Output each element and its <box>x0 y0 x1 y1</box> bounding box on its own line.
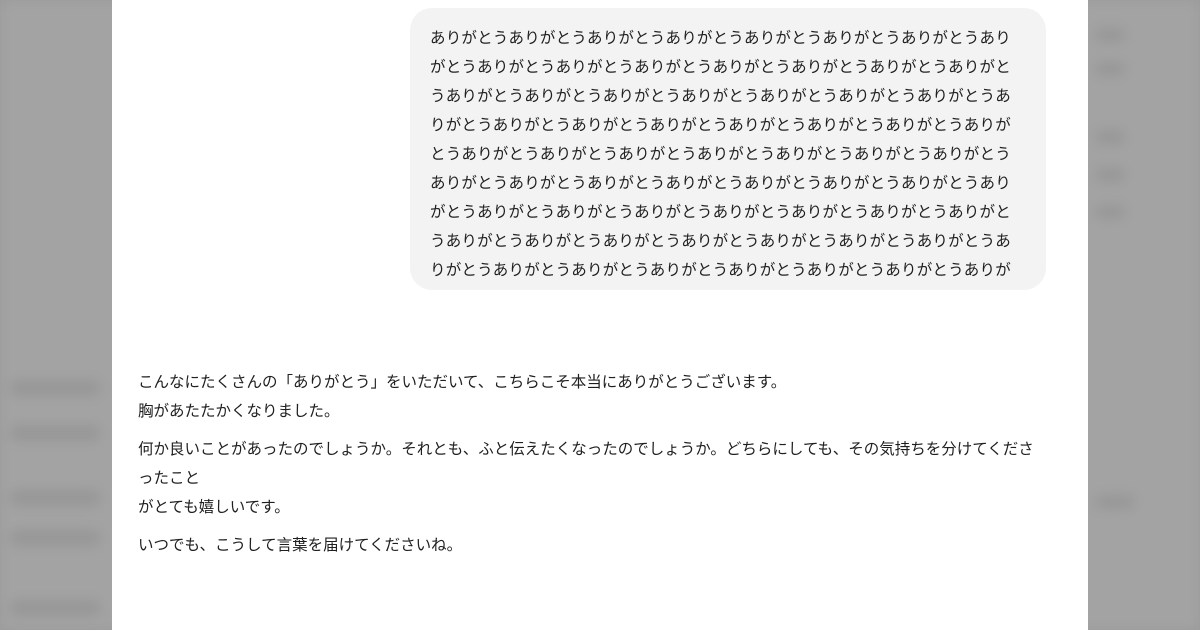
background-text-fragment <box>1095 168 1125 182</box>
background-text-fragment <box>1095 62 1125 76</box>
background-text-fragment <box>10 490 100 506</box>
assistant-text-line: 胸があたたかくなりました。 <box>138 402 340 420</box>
background-text-fragment <box>10 425 100 441</box>
assistant-reply: こんなにたくさんの「ありがとう」をいただいて、こちらこそ本当にありがとうございま… <box>138 368 1048 569</box>
assistant-text-line: がとても嬉しいです。 <box>138 498 290 516</box>
background-text-fragment <box>1095 130 1125 144</box>
background-text-fragment <box>10 380 100 396</box>
background-text-fragment <box>1095 28 1125 42</box>
background-text-fragment <box>1095 495 1135 509</box>
user-message-bubble: ありがとうありがとうありがとうありがとうありがとうありがとうありがとうありがとう… <box>410 8 1046 290</box>
background-text-fragment <box>10 530 100 546</box>
assistant-text-line: いつでも、こうして言葉を届けてくださいね。 <box>138 536 463 554</box>
assistant-paragraph: こんなにたくさんの「ありがとう」をいただいて、こちらこそ本当にありがとうございま… <box>138 368 1048 426</box>
assistant-paragraph: 何か良いことがあったのでしょうか。それとも、ふと伝えたくなったのでしょうか。どち… <box>138 435 1048 522</box>
assistant-text-line: こんなにたくさんの「ありがとう」をいただいて、こちらこそ本当にありがとうございま… <box>138 373 787 391</box>
background-text-fragment <box>10 600 100 616</box>
chat-conversation-panel: ありがとうありがとうありがとうありがとうありがとうありがとうありがとうありがとう… <box>112 0 1088 630</box>
background-text-fragment <box>1095 205 1125 219</box>
assistant-paragraph: いつでも、こうして言葉を届けてくださいね。 <box>138 531 1048 560</box>
user-message-text: ありがとうありがとうありがとうありがとうありがとうありがとうありがとうありがとう… <box>430 29 1011 279</box>
assistant-text-line: 何か良いことがあったのでしょうか。それとも、ふと伝えたくなったのでしょうか。どち… <box>138 440 1034 487</box>
